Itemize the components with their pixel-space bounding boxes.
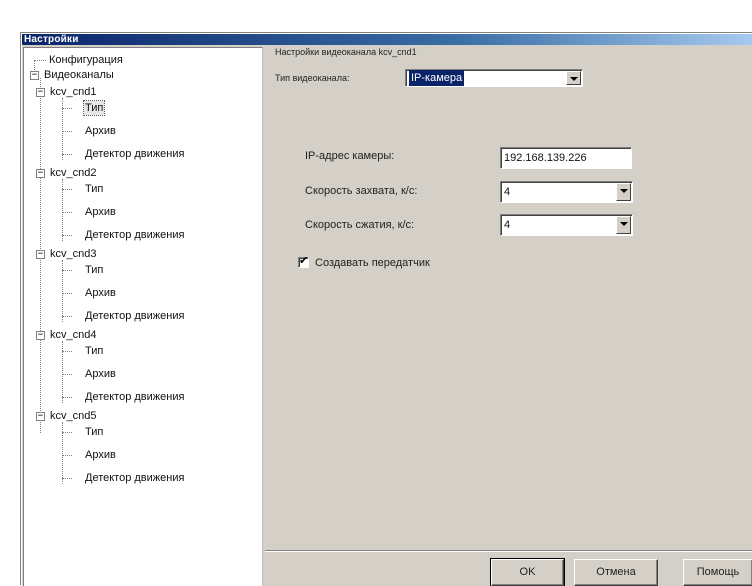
tree-connector	[62, 432, 72, 433]
tree-item-channel-2-type[interactable]: Тип	[84, 182, 104, 196]
tree-connector	[62, 351, 72, 352]
collapse-icon[interactable]: −	[36, 412, 45, 421]
footer-divider	[265, 550, 752, 551]
chevron-down-icon[interactable]	[616, 183, 631, 201]
tree-item-video-channels[interactable]: Видеоканалы	[43, 68, 115, 82]
channel-type-value: IP-камера	[409, 70, 465, 86]
tree-connector	[62, 397, 72, 398]
settings-window: Настройки Конфигурация − Видеоканалы − k…	[21, 33, 752, 586]
collapse-icon[interactable]: −	[36, 250, 45, 259]
collapse-icon[interactable]: −	[30, 71, 39, 80]
tree-item-channel-5-motion-detector[interactable]: Детектор движения	[84, 471, 185, 485]
collapse-icon[interactable]: −	[36, 88, 45, 97]
help-button[interactable]: Помощь	[683, 559, 752, 586]
tree-item-channel-3-motion-detector[interactable]: Детектор движения	[84, 309, 185, 323]
tree-item-channel-4[interactable]: kcv_cnd4	[49, 328, 97, 342]
tree-item-channel-1-type[interactable]: Тип	[82, 100, 106, 116]
window-title: Настройки	[22, 34, 752, 45]
tree-item-channel-5[interactable]: kcv_cnd5	[49, 409, 97, 423]
tree-connector	[62, 374, 72, 375]
tree-item-channel-1-archive[interactable]: Архив	[84, 124, 117, 138]
tree-connector	[62, 478, 72, 479]
create-transmitter-checkbox[interactable]: ✔	[298, 254, 309, 268]
tree-connector	[62, 293, 72, 294]
compress-speed-label: Скорость сжатия, к/с:	[305, 219, 415, 231]
tree-item-channel-1[interactable]: kcv_cnd1	[49, 85, 97, 99]
ok-button[interactable]: OK	[490, 558, 565, 586]
tree-connector	[62, 189, 72, 190]
cancel-button[interactable]: Отмена	[574, 559, 658, 586]
tree-item-channel-1-motion-detector[interactable]: Детектор движения	[84, 147, 185, 161]
tree-connector	[62, 316, 72, 317]
tree-item-channel-5-archive[interactable]: Архив	[84, 448, 117, 462]
channel-settings-panel: Настройки видеоканала kcv_cnd1 Тип видео…	[265, 47, 752, 586]
tree-item-channel-2-motion-detector[interactable]: Детектор движения	[84, 228, 185, 242]
tree-connector	[62, 154, 72, 155]
tree-item-channel-3-archive[interactable]: Архив	[84, 286, 117, 300]
chevron-down-icon[interactable]	[566, 71, 581, 85]
tree-connector	[62, 235, 72, 236]
compress-speed-select[interactable]: 4	[500, 214, 633, 236]
tree-item-channel-2[interactable]: kcv_cnd2	[49, 166, 97, 180]
tree-connector	[62, 455, 72, 456]
create-transmitter-label: Создавать передатчик	[315, 257, 430, 269]
tree-connector	[62, 270, 72, 271]
channel-type-label: Тип видеоканала:	[275, 73, 350, 83]
tree-item-channel-3[interactable]: kcv_cnd3	[49, 247, 97, 261]
compress-speed-value: 4	[504, 219, 511, 231]
tree-item-channel-4-type[interactable]: Тип	[84, 344, 104, 358]
tree-item-channel-2-archive[interactable]: Архив	[84, 205, 117, 219]
chevron-down-icon[interactable]	[616, 216, 631, 234]
tree-connector	[62, 131, 72, 132]
capture-speed-value: 4	[504, 186, 511, 198]
tree-item-channel-3-type[interactable]: Тип	[84, 263, 104, 277]
capture-speed-select[interactable]: 4	[500, 181, 633, 203]
ip-address-input[interactable]	[500, 147, 632, 169]
checkmark-icon: ✔	[299, 254, 309, 267]
tree-item-channel-4-archive[interactable]: Архив	[84, 367, 117, 381]
tree-item-channel-5-type[interactable]: Тип	[84, 425, 104, 439]
settings-tree[interactable]: Конфигурация − Видеоканалы − kcv_cnd1 Ти…	[23, 47, 263, 586]
tree-item-channel-4-motion-detector[interactable]: Детектор движения	[84, 390, 185, 404]
tree-connector	[62, 108, 72, 109]
section-header: Настройки видеоканала kcv_cnd1	[275, 47, 417, 57]
capture-speed-label: Скорость захвата, к/с:	[305, 185, 418, 197]
tree-connector	[34, 60, 46, 61]
channel-type-select[interactable]: IP-камера	[405, 69, 583, 87]
collapse-icon[interactable]: −	[36, 169, 45, 178]
tree-connector	[62, 212, 72, 213]
ip-address-label: IP-адрес камеры:	[305, 150, 395, 162]
tree-item-configuration[interactable]: Конфигурация	[48, 53, 124, 67]
collapse-icon[interactable]: −	[36, 331, 45, 340]
